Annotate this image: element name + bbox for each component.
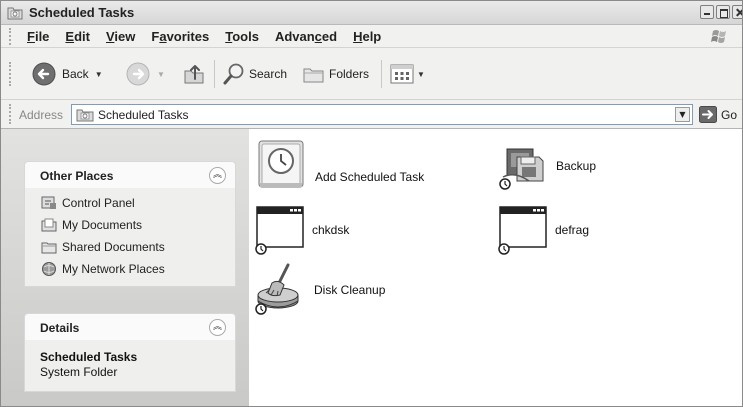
scheduled-tasks-folder-icon bbox=[76, 109, 94, 122]
program-window-icon bbox=[255, 206, 304, 255]
toolbar-separator bbox=[381, 60, 382, 88]
add-task-icon bbox=[258, 140, 304, 188]
collapse-chevron-icon[interactable]: ︽ bbox=[209, 319, 226, 336]
place-my-network-places[interactable]: My Network Places bbox=[25, 258, 235, 280]
item-label: Add Scheduled Task bbox=[315, 170, 425, 184]
close-button[interactable] bbox=[732, 5, 742, 19]
title-bar[interactable]: Scheduled Tasks bbox=[1, 1, 742, 25]
folders-icon bbox=[303, 68, 324, 83]
back-label: Back bbox=[62, 67, 89, 81]
menu-favorites[interactable]: Favorites bbox=[143, 29, 217, 44]
back-dropdown-arrow-icon[interactable]: ▼ bbox=[95, 70, 103, 79]
go-label: Go bbox=[721, 107, 738, 122]
up-folder-icon bbox=[184, 65, 204, 84]
details-title: Details bbox=[40, 321, 80, 335]
explorer-window: Scheduled Tasks File Edit View Favorites Too… bbox=[0, 0, 743, 407]
window-title: Scheduled Tasks bbox=[29, 5, 135, 20]
address-dropdown-arrow-icon[interactable]: ▼ bbox=[675, 107, 690, 122]
menu-bar-grip[interactable] bbox=[9, 28, 12, 45]
back-button[interactable]: Back ▼ bbox=[31, 60, 103, 88]
details-item-type: System Folder bbox=[40, 365, 118, 379]
other-places-header[interactable]: Other Places ︽ bbox=[24, 161, 236, 188]
folder-content: Add Scheduled Task Backup chkdsk defrag … bbox=[249, 129, 742, 406]
other-places-title: Other Places bbox=[40, 169, 114, 183]
up-folder-button[interactable] bbox=[181, 60, 207, 88]
address-label: Address bbox=[19, 108, 64, 122]
task-pane: Other Places ︽ Control Panel My Documents… bbox=[1, 129, 249, 406]
other-places-list: Control Panel My Documents Shared Document… bbox=[24, 188, 236, 287]
standard-toolbar: Back ▼ ▼ Search Folders ▼ bbox=[1, 48, 742, 100]
views-dropdown-arrow-icon[interactable]: ▼ bbox=[417, 70, 425, 79]
details-header[interactable]: Details ︽ bbox=[24, 313, 236, 340]
collapse-chevron-icon[interactable]: ︽ bbox=[209, 167, 226, 184]
forward-dropdown-arrow-icon[interactable]: ▼ bbox=[157, 70, 165, 79]
shared-documents-icon bbox=[41, 239, 57, 255]
place-label: Shared Documents bbox=[62, 240, 165, 254]
item-label: defrag bbox=[555, 223, 590, 237]
my-documents-icon bbox=[41, 217, 57, 233]
program-window-icon bbox=[498, 206, 547, 255]
details-item-name: Scheduled Tasks bbox=[40, 350, 138, 364]
menu-view[interactable]: View bbox=[98, 29, 143, 44]
menu-help[interactable]: Help bbox=[345, 29, 389, 44]
back-arrow-icon bbox=[32, 62, 56, 86]
search-label: Search bbox=[249, 67, 288, 81]
place-label: My Network Places bbox=[62, 262, 165, 276]
window-controls bbox=[700, 5, 742, 19]
toolbar-separator bbox=[214, 60, 215, 88]
menu-items: File Edit View Favorites Tools Advanced Help bbox=[19, 29, 389, 44]
place-my-documents[interactable]: My Documents bbox=[25, 214, 235, 236]
other-places-panel: Other Places ︽ Control Panel My Documents… bbox=[24, 161, 236, 287]
control-panel-icon bbox=[41, 195, 57, 211]
address-field[interactable]: Scheduled Tasks ▼ bbox=[71, 104, 693, 125]
item-label: Disk Cleanup bbox=[314, 283, 386, 297]
item-label: Backup bbox=[556, 159, 597, 173]
details-body: Scheduled Tasks System Folder bbox=[24, 340, 236, 392]
forward-button[interactable]: ▼ bbox=[125, 60, 165, 88]
disk-cleanup-icon bbox=[255, 263, 299, 315]
forward-arrow-icon bbox=[126, 62, 150, 86]
backup-icon bbox=[499, 148, 544, 190]
maximize-button[interactable] bbox=[716, 5, 730, 19]
address-bar: Address Scheduled Tasks ▼ Go bbox=[1, 100, 742, 129]
menu-advanced[interactable]: Advanced bbox=[267, 29, 345, 44]
views-button[interactable]: ▼ bbox=[389, 60, 425, 88]
details-panel: Details ︽ Scheduled Tasks System Folder bbox=[24, 313, 236, 392]
address-bar-grip[interactable] bbox=[9, 104, 12, 124]
go-button[interactable]: Go bbox=[699, 106, 737, 123]
folders-label: Folders bbox=[329, 67, 370, 81]
go-arrow-icon bbox=[699, 106, 717, 123]
place-control-panel[interactable]: Control Panel bbox=[25, 192, 235, 214]
item-label: chkdsk bbox=[312, 223, 350, 237]
search-button[interactable]: Search bbox=[221, 60, 287, 88]
views-icon bbox=[390, 64, 414, 84]
scheduled-tasks-folder-icon bbox=[7, 7, 23, 20]
menu-edit[interactable]: Edit bbox=[57, 29, 98, 44]
menu-file[interactable]: File bbox=[19, 29, 57, 44]
menu-tools[interactable]: Tools bbox=[217, 29, 267, 44]
search-icon bbox=[223, 63, 244, 85]
windows-logo-icon bbox=[711, 30, 726, 43]
folders-button[interactable]: Folders bbox=[301, 60, 369, 88]
minimize-button[interactable] bbox=[700, 5, 714, 19]
place-shared-documents[interactable]: Shared Documents bbox=[25, 236, 235, 258]
address-value: Scheduled Tasks bbox=[98, 108, 189, 122]
menu-bar: File Edit View Favorites Tools Advanced Help bbox=[1, 25, 742, 48]
toolbar-grip[interactable] bbox=[9, 62, 12, 86]
network-places-icon bbox=[41, 261, 57, 277]
place-label: My Documents bbox=[62, 218, 143, 232]
place-label: Control Panel bbox=[62, 196, 135, 210]
